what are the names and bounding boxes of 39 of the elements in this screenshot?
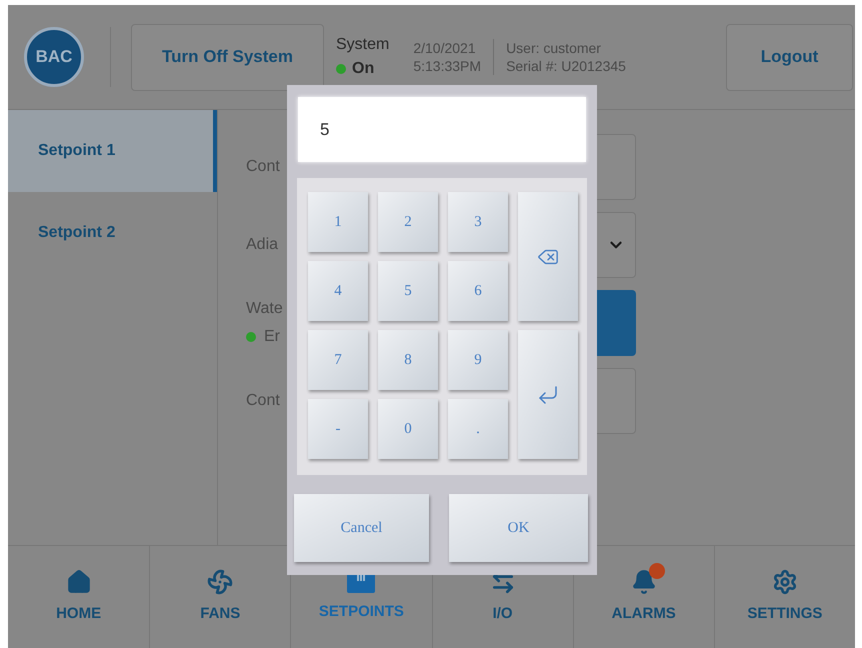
ok-button[interactable]: OK [449, 494, 588, 562]
system-status: On [352, 59, 374, 79]
key[interactable]: 4 [308, 261, 368, 321]
user-text: User: customer [506, 39, 602, 57]
sidebar-item[interactable]: Setpoint 2 [8, 192, 217, 274]
value-field[interactable]: 5 [298, 97, 586, 162]
key[interactable]: 5 [378, 261, 438, 321]
setting-label: Adia [246, 235, 278, 255]
nav-tab[interactable]: SETTINGS [714, 546, 855, 648]
system-label: System [336, 35, 390, 55]
turn-off-system-button[interactable]: Turn Off System [131, 24, 324, 90]
sidebar-item[interactable]: Setpoint 1 [8, 110, 217, 192]
key[interactable]: - [308, 399, 368, 459]
key[interactable]: 1 [308, 192, 368, 252]
setting-label: Wate [246, 299, 283, 319]
logo: BAC [24, 27, 84, 87]
fan-icon [207, 568, 234, 595]
logout-button[interactable]: Logout [726, 24, 853, 90]
home-icon [66, 568, 92, 595]
key[interactable]: 6 [448, 261, 508, 321]
key[interactable]: 8 [378, 330, 438, 390]
status-text: Er [264, 327, 280, 347]
settings-icon [772, 568, 798, 595]
bell-icon [630, 568, 657, 595]
backspace-key[interactable] [518, 192, 578, 321]
key[interactable]: . [448, 399, 508, 459]
key[interactable]: 3 [448, 192, 508, 252]
setting-label: Cont [246, 391, 280, 411]
time-text: 5:13:33PM [413, 57, 482, 75]
enter-key[interactable] [518, 330, 578, 459]
date-text: 2/10/2021 [413, 39, 477, 57]
serial-number: Serial #: U2012345 [506, 57, 626, 75]
key[interactable]: 7 [308, 330, 368, 390]
nav-tab[interactable]: HOME [8, 546, 150, 648]
setting-label: Cont [246, 157, 280, 177]
cancel-button[interactable]: Cancel [294, 494, 429, 562]
key[interactable]: 0 [378, 399, 438, 459]
key[interactable]: 2 [378, 192, 438, 252]
key[interactable]: 9 [448, 330, 508, 390]
